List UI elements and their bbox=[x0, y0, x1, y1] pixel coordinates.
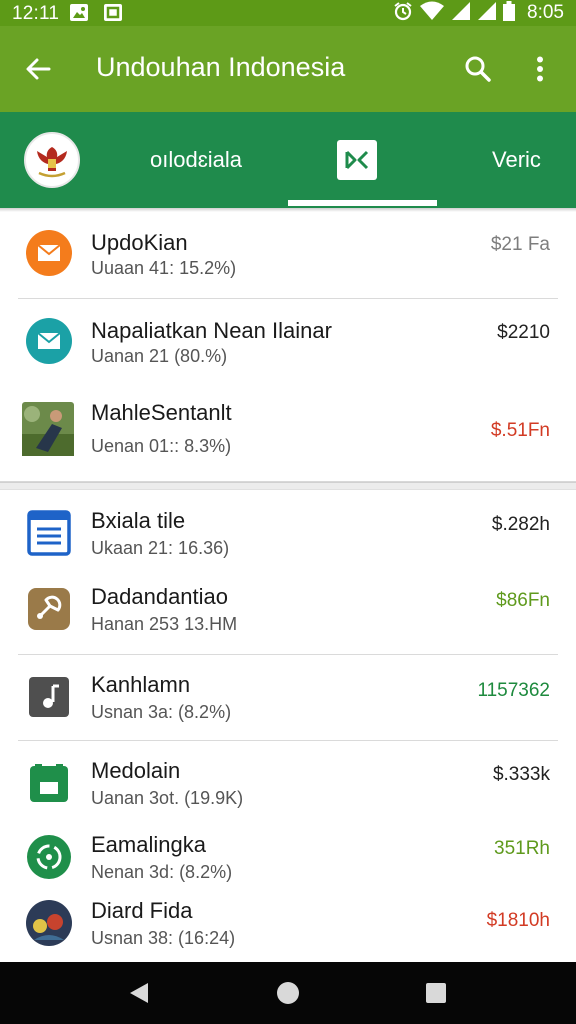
item-price: 1157362 bbox=[477, 680, 550, 701]
item-title: Kanhlamn bbox=[91, 672, 191, 697]
system-nav-bar bbox=[0, 962, 576, 1024]
battery-icon bbox=[503, 0, 516, 26]
arrow-back-icon bbox=[26, 58, 51, 80]
item-price: $.333k bbox=[492, 764, 550, 785]
item-title: Bxiala tile bbox=[91, 508, 186, 533]
signal-icon bbox=[451, 1, 471, 26]
item-price: $1810h bbox=[486, 910, 550, 931]
nav-recents-icon[interactable] bbox=[426, 983, 446, 1003]
list-item[interactable]: UpdoKian Uuaan 41: 15.2%) $21 Fa bbox=[0, 220, 576, 306]
item-price: $.282h bbox=[491, 514, 550, 535]
list-item[interactable]: Diard Fida Usnan 38: (16:24) $1810h bbox=[0, 894, 576, 960]
status-time: 12:11 bbox=[12, 3, 60, 24]
item-subtitle: Usnan 38: (16:24) bbox=[91, 928, 236, 948]
item-subtitle: Uanan 21 (80.%) bbox=[91, 346, 228, 366]
tab-1-label[interactable]: oılodɛiala bbox=[150, 147, 242, 173]
item-price: 351Rh bbox=[494, 838, 550, 859]
item-price: $86Fn bbox=[496, 590, 550, 611]
wifi-icon bbox=[419, 1, 445, 26]
tab-active-indicator bbox=[288, 200, 437, 206]
tab-garuda-logo[interactable] bbox=[24, 132, 80, 188]
item-subtitle: Nenan 3d: (8.2%) bbox=[91, 862, 233, 882]
search-button[interactable] bbox=[456, 46, 500, 92]
item-title: Medolain bbox=[91, 758, 181, 783]
music-icon bbox=[26, 674, 72, 720]
search-icon bbox=[465, 56, 491, 82]
list-item[interactable]: Medolain Uanan 3ot. (19.9K) $.333k bbox=[0, 754, 576, 824]
nav-back-icon[interactable] bbox=[128, 981, 150, 1005]
item-subtitle: Uenan 01:: 8.3%) bbox=[91, 436, 232, 456]
page-title: Undouhan Indonesia bbox=[96, 52, 346, 82]
list-item[interactable]: Napaliatkan Nean Ilainar Uanan 21 (80.%)… bbox=[0, 308, 576, 394]
tab-3-label[interactable]: Veric bbox=[492, 147, 541, 173]
code-tab-icon bbox=[345, 150, 369, 170]
signal-icon bbox=[477, 1, 497, 26]
tab-2-active[interactable] bbox=[337, 140, 377, 180]
tab-bar: oılodɛiala Veric bbox=[0, 112, 576, 208]
download-list-2: Bxiala tile Ukaan 21: 16.36) $.282h Dada… bbox=[0, 490, 576, 962]
item-price: $.51Fn bbox=[490, 420, 550, 441]
item-title: Napaliatkan Nean Ilainar bbox=[91, 318, 332, 343]
item-title: MahleSentanlt bbox=[91, 400, 232, 425]
document-icon bbox=[26, 510, 72, 556]
list-item[interactable]: Bxiala tile Ukaan 21: 16.36) $.282h bbox=[0, 504, 576, 574]
sync-icon bbox=[26, 834, 72, 880]
item-subtitle: Uuaan 41: 15.2%) bbox=[91, 258, 237, 278]
classroom-icon bbox=[26, 760, 72, 806]
more-options-button[interactable] bbox=[520, 46, 560, 92]
share-app-icon bbox=[26, 586, 72, 632]
image-notification-icon bbox=[70, 4, 88, 21]
email-icon bbox=[26, 318, 72, 364]
divider bbox=[18, 654, 558, 655]
more-vert-icon bbox=[537, 56, 543, 82]
item-title: Diard Fida bbox=[91, 898, 193, 923]
photo-thumbnail-icon bbox=[22, 402, 74, 456]
item-title: Eamalingka bbox=[91, 832, 206, 857]
item-subtitle: Uanan 3ot. (19.9K) bbox=[91, 788, 244, 808]
item-price: $21 Fa bbox=[490, 234, 550, 255]
divider bbox=[18, 298, 558, 299]
back-button[interactable] bbox=[14, 46, 62, 92]
list-item[interactable]: Eamalingka Nenan 3d: (8.2%) 351Rh bbox=[0, 830, 576, 896]
list-item[interactable]: Kanhlamn Usnan 3a: (8.2%) 1157362 bbox=[0, 666, 576, 740]
photo-avatar-icon bbox=[26, 900, 72, 946]
status-clock-right: 8:05 bbox=[527, 2, 564, 23]
app-bar: Undouhan Indonesia bbox=[0, 26, 576, 112]
divider bbox=[18, 740, 558, 741]
garuda-emblem-icon bbox=[37, 147, 67, 178]
item-subtitle: Ukaan 21: 16.36) bbox=[91, 538, 230, 558]
status-icons: 8:05 bbox=[393, 0, 564, 26]
alarm-icon bbox=[393, 1, 413, 26]
list-item[interactable]: Dadandantiao Hanan 253 13.HM $86Fn bbox=[0, 580, 576, 650]
section-gap bbox=[0, 482, 576, 490]
app-notification-icon bbox=[104, 4, 122, 21]
item-title: Dadandantiao bbox=[91, 584, 229, 609]
email-icon bbox=[26, 230, 72, 276]
nav-home-icon[interactable] bbox=[277, 982, 299, 1004]
item-subtitle: Hanan 253 13.HM bbox=[91, 614, 238, 634]
item-price: $2210 bbox=[497, 322, 550, 343]
download-list-1: UpdoKian Uuaan 41: 15.2%) $21 Fa Napalia… bbox=[0, 212, 576, 482]
item-subtitle: Usnan 3a: (8.2%) bbox=[91, 702, 232, 722]
status-bar: 12:11 8:05 bbox=[0, 0, 576, 26]
item-title: UpdoKian bbox=[91, 230, 188, 255]
list-item[interactable]: MahleSentanlt Uenan 01:: 8.3%) $.51Fn bbox=[0, 392, 576, 478]
